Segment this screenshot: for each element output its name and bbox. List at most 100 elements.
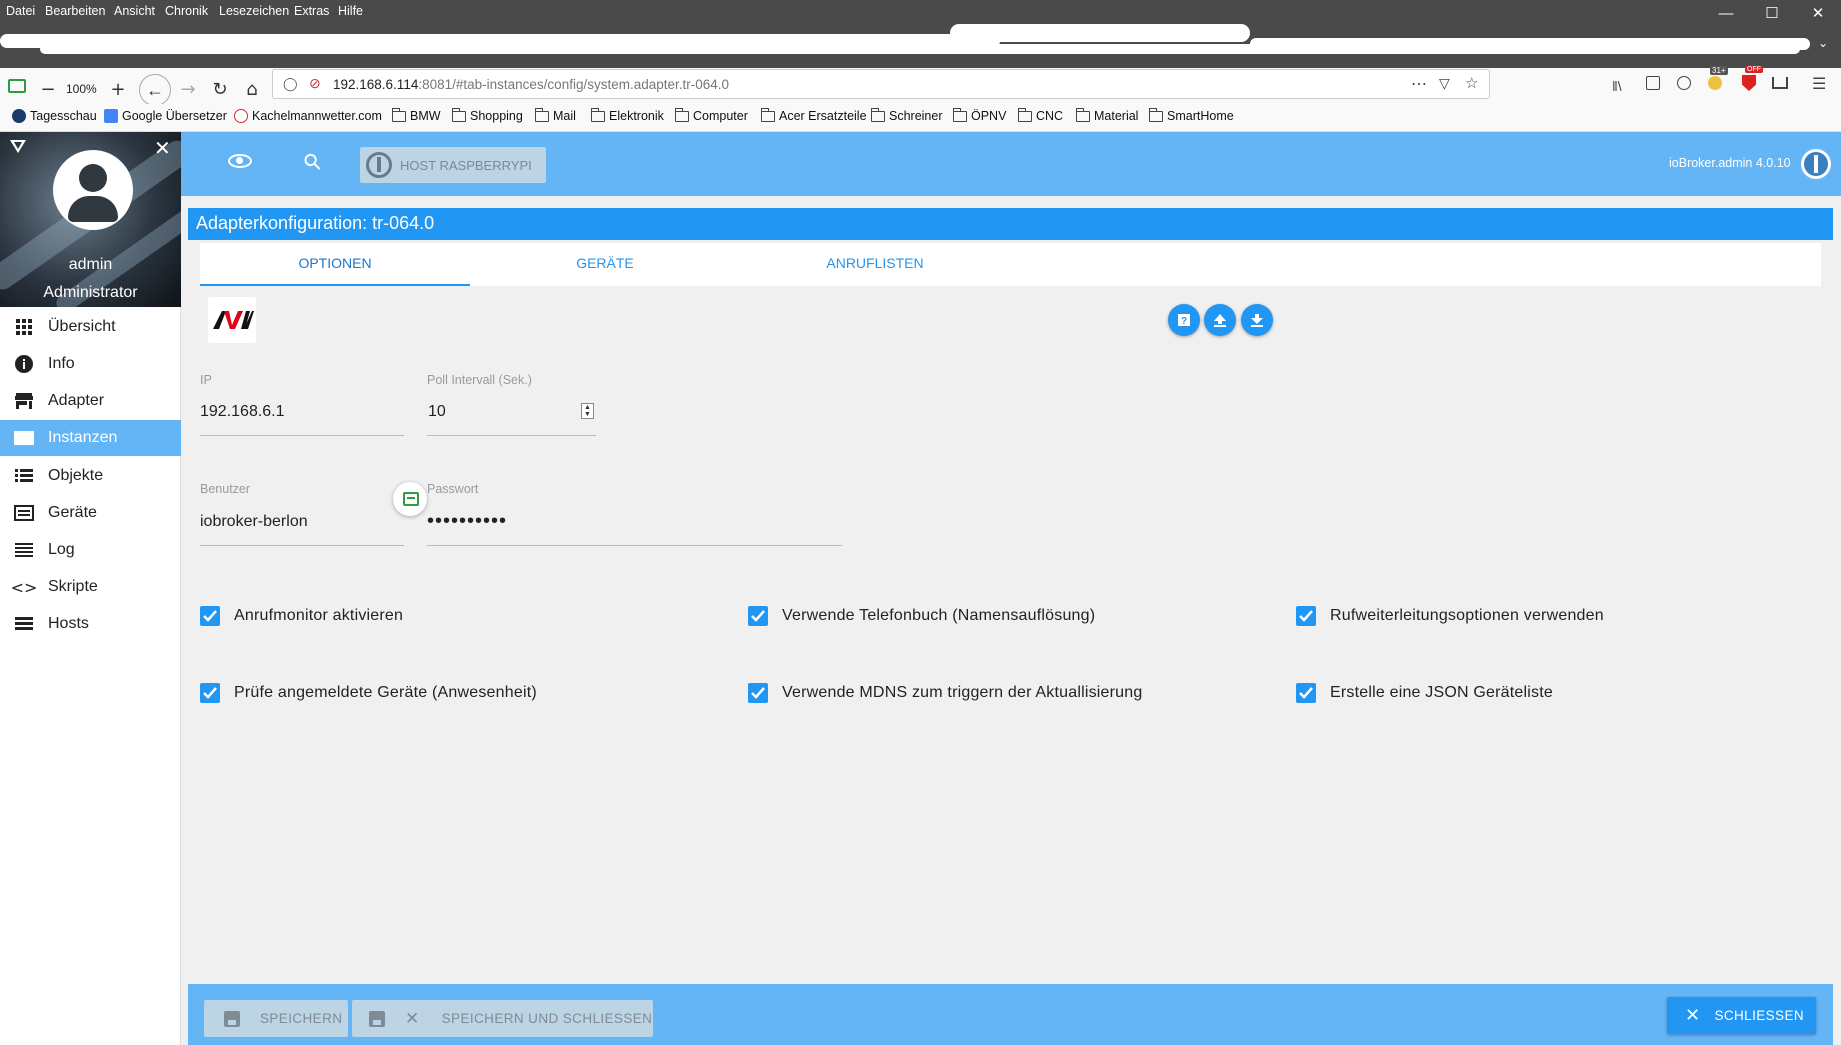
sidebar-item-objekte[interactable]: Objekte	[0, 458, 181, 494]
bookmark-kachelmannwetter[interactable]: Kachelmannwetter.com	[234, 109, 382, 123]
bookmark-oepnv[interactable]: ÖPNV	[952, 107, 1006, 123]
bookmark-elektronik[interactable]: Elektronik	[590, 107, 664, 123]
bookmark-shopping[interactable]: Shopping	[451, 107, 523, 123]
account-icon[interactable]	[1677, 76, 1691, 90]
save-button[interactable]: SPEICHERN	[204, 1000, 348, 1037]
help-button[interactable]: ?	[1168, 304, 1200, 336]
wrench-icon[interactable]: ⚲	[299, 148, 328, 177]
ip-label: IP	[200, 373, 212, 387]
save-and-close-button[interactable]: ✕ SPEICHERN UND SCHLIESSEN	[352, 1000, 653, 1037]
sidebar-item-label: Adapter	[48, 392, 105, 409]
tab-list-chevron-icon[interactable]: ⌄	[1818, 36, 1828, 50]
tab-optionen[interactable]: OPTIONEN	[200, 243, 470, 286]
close-button[interactable]: ✕ SCHLIESSEN	[1667, 997, 1816, 1034]
dialog-title: Adapterkonfiguration: tr-064.0	[188, 208, 1833, 240]
checkbox-checked-icon[interactable]	[200, 606, 220, 626]
menu-bearbeiten[interactable]: Bearbeiten	[45, 4, 105, 18]
iobroker-logo-icon	[366, 152, 392, 178]
hamburger-menu-icon[interactable]: ☰	[1812, 74, 1826, 94]
download-button[interactable]	[1241, 304, 1273, 336]
save-button-label: SPEICHERN	[260, 1011, 343, 1026]
checkbox-checked-icon[interactable]	[748, 683, 768, 703]
zoom-out-button[interactable]: −	[34, 76, 62, 104]
store-icon	[0, 393, 48, 409]
checkbox-label: Verwende MDNS zum triggern der Aktuallis…	[782, 684, 1143, 701]
zoom-in-button[interactable]: +	[104, 76, 132, 104]
bookmark-schreiner[interactable]: Schreiner	[870, 107, 943, 123]
poll-interval-input[interactable]: 10	[428, 403, 446, 421]
extension-icon[interactable]	[8, 79, 26, 93]
close-sidebar-icon[interactable]: ✕	[154, 136, 171, 161]
bookmark-smarthome[interactable]: SmartHome	[1148, 107, 1234, 123]
url-bar[interactable]: ◯ ⊘ 192.168.6.114:8081/#tab-instances/co…	[272, 69, 1490, 99]
checkbox-anrufmonitor[interactable]: Anrufmonitor aktivieren	[200, 606, 403, 626]
bookmark-cnc[interactable]: CNC	[1017, 107, 1063, 123]
avatar[interactable]	[53, 150, 133, 230]
ip-input[interactable]: 192.168.6.1	[200, 403, 285, 421]
library-icon[interactable]: ‖\	[1612, 78, 1622, 94]
menu-datei[interactable]: Datei	[6, 4, 35, 18]
menu-hilfe[interactable]: Hilfe	[338, 4, 363, 18]
menu-bar: Datei Bearbeiten Ansicht Chronik Lesezei…	[0, 0, 1841, 24]
sidebar-item-uebersicht[interactable]: Übersicht	[0, 309, 181, 345]
sidebar-item-log[interactable]: Log	[0, 532, 181, 568]
upload-button[interactable]	[1204, 304, 1236, 336]
tab-bar: OPTIONEN GERÄTE ANRUFLISTEN	[200, 243, 1821, 286]
sidebar-item-skripte[interactable]: <> Skripte	[0, 569, 181, 605]
bookmark-mail[interactable]: Mail	[534, 107, 576, 123]
checkbox-checked-icon[interactable]	[1296, 683, 1316, 703]
checkbox-checked-icon[interactable]	[1296, 606, 1316, 626]
checkbox-checked-icon[interactable]	[748, 606, 768, 626]
checkbox-checked-icon[interactable]	[200, 683, 220, 703]
sidebar-item-info[interactable]: Info	[0, 346, 181, 382]
password-manager-icon[interactable]	[393, 482, 427, 516]
save-and-close-label: SPEICHERN UND SCHLIESSEN	[441, 1011, 653, 1026]
sidebar-item-label: Log	[48, 541, 75, 558]
sidebar-toggle-icon[interactable]	[1646, 76, 1660, 90]
tab-geraete[interactable]: GERÄTE	[470, 243, 740, 286]
bookmark-google-uebersetzer[interactable]: Google Übersetzer	[104, 109, 227, 123]
page-actions-icon[interactable]: ⋯	[1411, 74, 1427, 94]
tab-anruflisten[interactable]: ANRUFLISTEN	[740, 243, 1010, 286]
checkbox-telefonbuch[interactable]: Verwende Telefonbuch (Namensauflösung)	[748, 606, 1095, 626]
sidebar-item-geraete[interactable]: Geräte	[0, 495, 181, 531]
number-spinner[interactable]: ▲ ▼	[581, 403, 594, 419]
bookmark-material[interactable]: Material	[1075, 107, 1138, 123]
sidebar-item-hosts[interactable]: Hosts	[0, 606, 181, 642]
password-input[interactable]: ••••••••••	[427, 510, 507, 533]
pocket-icon[interactable]: ▽	[1439, 75, 1450, 92]
sidebar-item-adapter[interactable]: Adapter	[0, 383, 181, 419]
notifications-icon[interactable]	[1708, 76, 1722, 90]
host-button[interactable]: HOST RASPBERRYPI	[360, 147, 546, 183]
iobroker-logo-icon[interactable]	[10, 140, 26, 153]
sidebar-item-instanzen[interactable]: Instanzen	[0, 420, 181, 456]
reload-button[interactable]: ↻	[206, 76, 234, 104]
shield-icon[interactable]: ◯	[283, 76, 298, 92]
checkbox-mdns[interactable]: Verwende MDNS zum triggern der Aktuallis…	[748, 683, 1142, 703]
folder-icon	[760, 107, 775, 122]
bookmark-computer[interactable]: Computer	[674, 107, 748, 123]
kachelmann-icon	[234, 109, 248, 123]
checkbox-rufweiterleitung[interactable]: Rufweiterleitungsoptionen verwenden	[1296, 606, 1604, 626]
menu-lesezeichen[interactable]: Lesezeichen	[219, 4, 289, 18]
menu-ansicht[interactable]: Ansicht	[114, 4, 155, 18]
folder-icon	[674, 107, 689, 122]
bookmark-tagesschau[interactable]: Tagesschau	[12, 109, 97, 123]
checkbox-json-geraeteliste[interactable]: Erstelle eine JSON Geräteliste	[1296, 683, 1553, 703]
checkbox-anwesenheit[interactable]: Prüfe angemeldete Geräte (Anwesenheit)	[200, 683, 537, 703]
back-button[interactable]: ←	[139, 74, 171, 106]
forward-button[interactable]: →	[174, 76, 202, 104]
bookmark-star-icon[interactable]: ☆	[1465, 74, 1478, 92]
insecure-lock-icon[interactable]: ⊘	[309, 75, 321, 92]
extension-tool-icon[interactable]	[1772, 77, 1788, 89]
user-input[interactable]: iobroker-berlon	[200, 513, 308, 531]
zoom-level[interactable]: 100%	[66, 82, 97, 96]
version-label: ioBroker.admin 4.0.10	[1669, 156, 1791, 170]
bookmark-bmw[interactable]: BMW	[391, 107, 441, 123]
eye-icon[interactable]	[228, 154, 252, 168]
bookmark-acer-ersatzteile[interactable]: Acer Ersatzteile	[760, 107, 867, 123]
ublock-badge: OFF	[1745, 66, 1763, 73]
home-button[interactable]: ⌂	[238, 76, 266, 104]
menu-chronik[interactable]: Chronik	[165, 4, 208, 18]
menu-extras[interactable]: Extras	[294, 4, 329, 18]
